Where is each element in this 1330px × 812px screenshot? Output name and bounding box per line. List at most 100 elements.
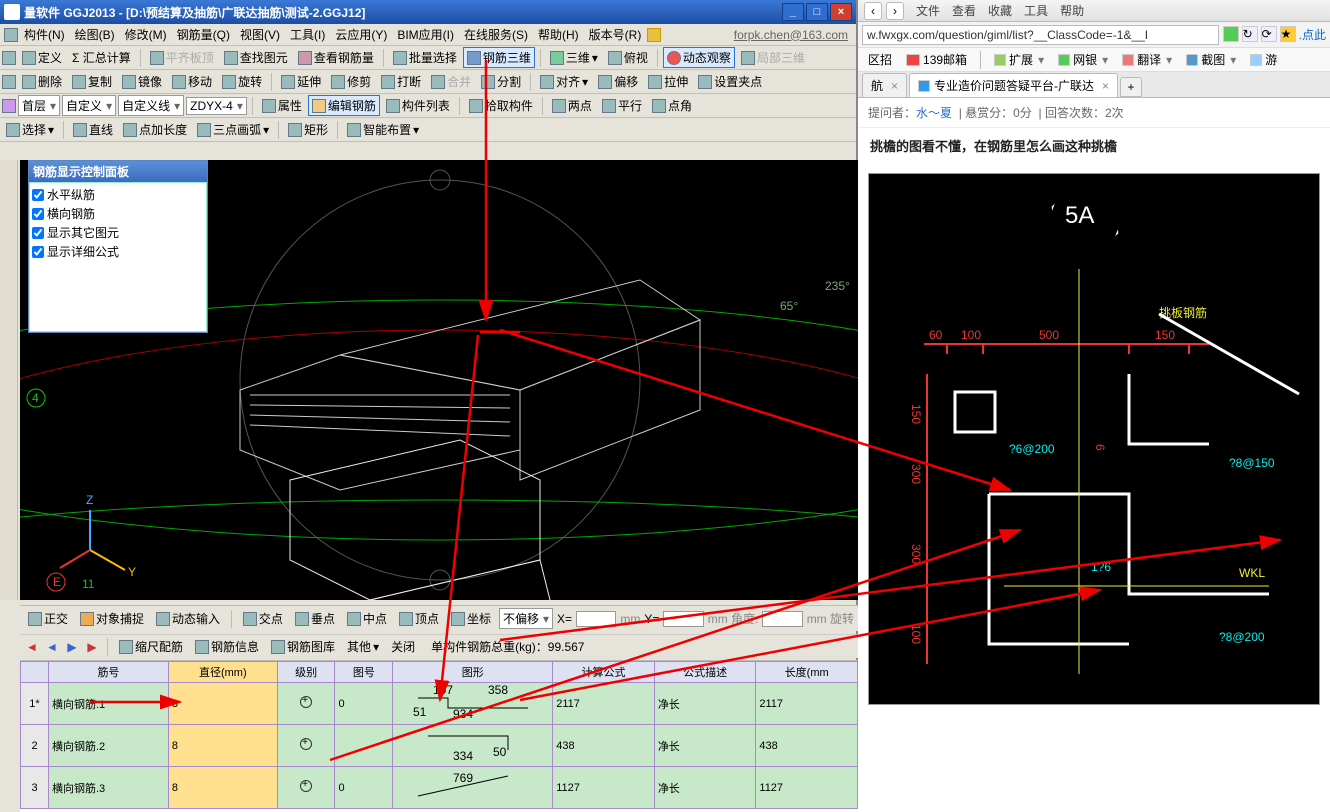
menu-view[interactable]: 视图(V) <box>236 24 284 45</box>
define-button[interactable]: 定义 <box>18 47 66 68</box>
smartplace-button[interactable]: 智能布置▾ <box>343 119 423 140</box>
end-icon[interactable]: ▶ <box>84 639 100 655</box>
play-icon[interactable]: ▶ <box>64 639 80 655</box>
tab-1[interactable]: 航× <box>862 73 907 97</box>
asker-link[interactable]: 水～夏 <box>916 106 952 120</box>
scalerib-button[interactable]: 缩尺配筋 <box>115 636 187 657</box>
grid-row-2[interactable]: 2 横向钢筋.2 8 50334 438 净长 438 <box>21 725 858 767</box>
chk-show-formula[interactable] <box>32 246 44 258</box>
findgraph-button[interactable]: 查找图元 <box>220 47 292 68</box>
dyninput-toggle[interactable]: 动态输入 <box>152 608 224 629</box>
cad-drawing[interactable]: 5A 60 100 500 150 150 300 300 100 6 挑板钢筋… <box>868 173 1320 705</box>
intersect-snap[interactable]: 交点 <box>239 608 287 629</box>
view-3d-button[interactable]: 三维▾ <box>546 47 602 68</box>
menu-tool2[interactable]: 工具 <box>1024 2 1048 19</box>
tab-close-icon[interactable]: × <box>1102 79 1109 93</box>
menu-view2[interactable]: 查看 <box>952 2 976 19</box>
move-button[interactable]: 移动 <box>168 71 216 92</box>
nav-back-button[interactable]: ‹ <box>864 2 882 20</box>
left-dockbar[interactable] <box>0 160 18 600</box>
chk-show-other[interactable] <box>32 227 44 239</box>
steel-3d-button[interactable]: 钢筋三维 <box>463 47 535 68</box>
close2-button[interactable]: 关闭 <box>387 636 419 657</box>
y-input[interactable] <box>663 611 703 627</box>
bulb-icon[interactable] <box>647 28 661 42</box>
star-icon[interactable]: ★ <box>1280 26 1296 42</box>
delete-button[interactable]: 删除 <box>18 71 66 92</box>
local-3d-button[interactable]: 局部三维 <box>737 47 809 68</box>
menu-modify[interactable]: 修改(M) <box>121 24 171 45</box>
offset-combo[interactable]: 不偏移 <box>499 608 553 629</box>
viewsteel-button[interactable]: 查看钢筋量 <box>294 47 378 68</box>
custom-combo[interactable]: 自定义 <box>62 95 116 116</box>
select-button[interactable]: 选择▾ <box>2 119 58 140</box>
back-icon[interactable] <box>2 75 16 89</box>
ext-dropdown[interactable]: 扩展 <box>990 50 1048 69</box>
new-tab-button[interactable]: + <box>1120 77 1142 97</box>
reload-icon[interactable]: ⟳ <box>1261 26 1277 42</box>
top-view-button[interactable]: 俯视 <box>604 47 652 68</box>
x-input[interactable] <box>576 611 616 627</box>
floor-combo[interactable]: 首层 <box>18 95 60 116</box>
maximize-button[interactable]: □ <box>806 3 828 21</box>
steellib-button[interactable]: 钢筋图库 <box>267 636 339 657</box>
refresh-icon[interactable]: ↻ <box>1242 26 1258 42</box>
mid-snap[interactable]: 中点 <box>343 608 391 629</box>
tree-icon[interactable] <box>2 99 16 113</box>
dynview-button[interactable]: 动态观察 <box>663 47 735 68</box>
osnap-toggle[interactable]: 对象捕捉 <box>76 608 148 629</box>
setgrip-button[interactable]: 设置夹点 <box>694 71 766 92</box>
trans-dropdown[interactable]: 翻译 <box>1118 50 1176 69</box>
tab-close-icon[interactable]: × <box>891 79 898 93</box>
ptangle-button[interactable]: 点角 <box>648 95 696 116</box>
property-button[interactable]: 属性 <box>258 95 306 116</box>
customline-combo[interactable]: 自定义线 <box>118 95 184 116</box>
first-icon[interactable]: ◄ <box>24 639 40 655</box>
split-button[interactable]: 分割 <box>477 71 525 92</box>
menu-help2[interactable]: 帮助 <box>1060 2 1084 19</box>
ptlen-button[interactable]: 点加长度 <box>119 119 191 140</box>
menu-file[interactable]: 文件 <box>916 2 940 19</box>
offset-button[interactable]: 偏移 <box>594 71 642 92</box>
steel-grid[interactable]: 筋号 直径(mm) 级别 图号 图形 计算公式 公式描述 长度(mm 1* 横向… <box>20 660 858 812</box>
pick-comp-button[interactable]: 拾取构件 <box>465 95 537 116</box>
other-button[interactable]: 其他▾ <box>343 636 383 657</box>
mailbox-link[interactable]: 139邮箱 <box>902 50 971 69</box>
menu-component[interactable]: 构件(N) <box>20 24 69 45</box>
menu-tool[interactable]: 工具(I) <box>286 24 329 45</box>
align-button[interactable]: 对齐▾ <box>536 71 592 92</box>
menu-fav[interactable]: 收藏 <box>988 2 1012 19</box>
zdyx-combo[interactable]: ZDYX-4 <box>186 97 247 115</box>
flatplate-button[interactable]: 平齐板顶 <box>146 47 218 68</box>
user-email[interactable]: forpk.chen@163.com <box>730 26 852 44</box>
coord-button[interactable]: 坐标 <box>447 608 495 629</box>
rect-button[interactable]: 矩形 <box>284 119 332 140</box>
line-button[interactable]: 直线 <box>69 119 117 140</box>
zhaopin-link[interactable]: 区招 <box>864 50 896 69</box>
close-button[interactable]: × <box>830 3 852 21</box>
complist-button[interactable]: 构件列表 <box>382 95 454 116</box>
break-button[interactable]: 打断 <box>377 71 425 92</box>
batchselect-button[interactable]: 批量选择 <box>389 47 461 68</box>
tab-2[interactable]: 专业造价问题答疑平台-广联达× <box>909 73 1118 97</box>
rotate-button[interactable]: 旋转 <box>218 71 266 92</box>
chk-trans-steel[interactable] <box>32 208 44 220</box>
menu-cloud[interactable]: 云应用(Y) <box>331 24 391 45</box>
perp-snap[interactable]: 垂点 <box>291 608 339 629</box>
menu-bim[interactable]: BIM应用(I) <box>393 24 458 45</box>
summary-button[interactable]: Σ 汇总计算 <box>68 47 135 68</box>
merge-button[interactable]: 合并 <box>427 71 475 92</box>
menu-help[interactable]: 帮助(H) <box>534 24 583 45</box>
shot-dropdown[interactable]: 截图 <box>1182 50 1240 69</box>
address-input[interactable]: w.fwxgx.com/question/giml/list?__ClassCo… <box>862 25 1219 45</box>
menu-version[interactable]: 版本号(R) <box>585 24 646 45</box>
menu-draw[interactable]: 绘图(B) <box>71 24 119 45</box>
endpt-snap[interactable]: 顶点 <box>395 608 443 629</box>
menu-online[interactable]: 在线服务(S) <box>460 24 532 45</box>
grid-row-3[interactable]: 3 横向钢筋.3 8 0 769 1127 净长 1127 <box>21 767 858 809</box>
chk-horiz-long[interactable] <box>32 189 44 201</box>
compat-icon[interactable] <box>1223 26 1239 42</box>
grid-row-1[interactable]: 1* 横向钢筋.1 8 0 10735851934 2117 净长 2117 <box>21 683 858 725</box>
edit-steel-button[interactable]: 编辑钢筋 <box>308 95 380 116</box>
twopt-button[interactable]: 两点 <box>548 95 596 116</box>
